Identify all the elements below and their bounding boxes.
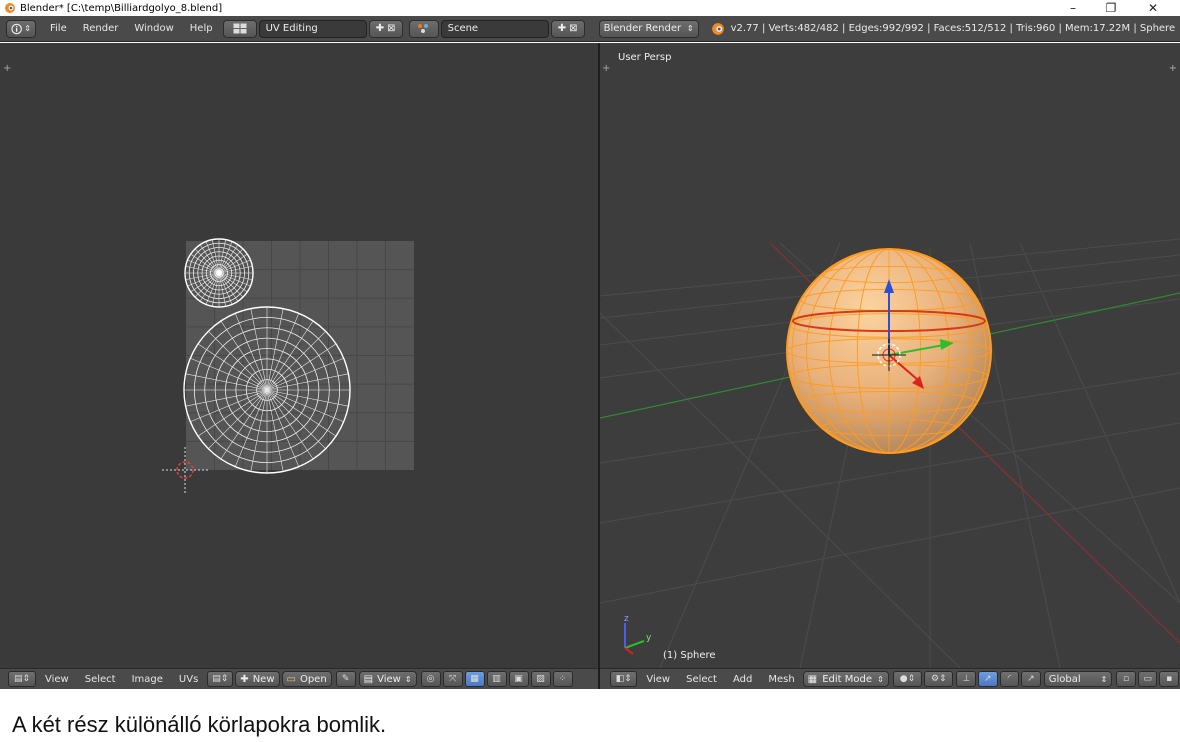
updown-icon: ⇕ bbox=[877, 674, 884, 684]
menu-window[interactable]: Window bbox=[126, 20, 181, 38]
pin-icon[interactable]: ✎ bbox=[335, 671, 356, 687]
open-image-button[interactable]: ▭ Open bbox=[281, 671, 332, 687]
info-icon bbox=[11, 23, 22, 34]
uv-menu-uvs[interactable]: UVs bbox=[171, 670, 206, 688]
scene-add-remove-button[interactable]: ✚ ⊠ bbox=[550, 19, 585, 38]
open-image-label: Open bbox=[299, 673, 327, 685]
window-title: Blender* [C:\temp\Billiardgolyo_8.blend] bbox=[20, 2, 223, 14]
x-icon: ⊠ bbox=[387, 23, 396, 34]
screen-layout-field[interactable]: UV Editing bbox=[258, 19, 367, 38]
transform-orientation-label: Global bbox=[1048, 673, 1081, 685]
face-mode-icon[interactable]: ▪ bbox=[1159, 671, 1179, 687]
uv-menu-view[interactable]: View bbox=[37, 670, 77, 688]
sticky-mode-icon[interactable]: ⁘ bbox=[552, 671, 573, 687]
island-select-icon[interactable]: ▨ bbox=[530, 671, 551, 687]
folder-icon: ▭ bbox=[286, 673, 296, 685]
screen-layout-browse-button[interactable] bbox=[222, 19, 257, 38]
edge-mode-icon[interactable]: ▭ bbox=[1137, 671, 1158, 687]
render-engine-select[interactable]: Blender Render ⇕ bbox=[598, 19, 699, 38]
view3d-menu-add[interactable]: Add bbox=[725, 670, 760, 688]
restore-button[interactable]: ❐ bbox=[1096, 0, 1126, 16]
editor-type-info-button[interactable]: ⇕ bbox=[6, 19, 36, 38]
manipulator-toggle-icon[interactable]: ⊥ bbox=[956, 671, 977, 687]
axis-label-y: y bbox=[646, 633, 652, 643]
vertex-select-icon[interactable]: ▦ bbox=[464, 671, 485, 687]
view-axes-gizmo bbox=[624, 623, 645, 655]
new-image-button[interactable]: ✚ New bbox=[235, 671, 280, 687]
uv-canvas[interactable] bbox=[0, 43, 598, 668]
menu-file[interactable]: File bbox=[42, 20, 75, 38]
face-select-icon[interactable]: ▣ bbox=[508, 671, 529, 687]
axis-label-z: z bbox=[624, 614, 629, 624]
corner-plus-icon: + bbox=[1168, 63, 1177, 74]
interaction-mode-label: Edit Mode bbox=[822, 673, 872, 685]
uv-island-large bbox=[183, 306, 351, 474]
corner-plus-icon: + bbox=[602, 63, 611, 74]
uv-image-editor[interactable]: + bbox=[0, 43, 598, 668]
close-button[interactable]: ✕ bbox=[1138, 0, 1168, 16]
interaction-mode-select[interactable]: ▦ Edit Mode ⇕ bbox=[802, 671, 889, 687]
uv-menu-select[interactable]: Select bbox=[77, 670, 124, 688]
translate-manipulator-icon[interactable]: ↗ bbox=[978, 671, 998, 687]
scene-field[interactable]: Scene bbox=[440, 19, 549, 38]
active-object-label: (1) Sphere bbox=[663, 650, 716, 661]
layout-grid-icon bbox=[233, 23, 247, 34]
caption-text: A két rész különálló körlapokra bomlik. bbox=[12, 712, 387, 737]
blender-logo-icon bbox=[5, 3, 15, 13]
view3d-menu-view[interactable]: View bbox=[638, 670, 678, 688]
new-image-label: New bbox=[252, 673, 275, 685]
blender-logo-icon bbox=[711, 22, 724, 35]
view3d-menu-mesh[interactable]: Mesh bbox=[760, 670, 802, 688]
image-icon: ▤ bbox=[363, 673, 374, 685]
pivot-point-select[interactable]: ⚙⇕ bbox=[924, 671, 954, 687]
sync-selection-icon[interactable]: ⤧ bbox=[442, 671, 463, 687]
uv-view-mode-select[interactable]: ▤ View ⇕ bbox=[358, 671, 417, 687]
uv-island-small bbox=[184, 238, 254, 308]
viewport-shading-select[interactable]: ●⇕ bbox=[892, 671, 923, 687]
scene-icon bbox=[417, 24, 428, 33]
scene-browse-button[interactable] bbox=[408, 19, 439, 38]
editor-type-image-button[interactable]: ▤⇕ bbox=[8, 671, 36, 687]
view-perspective-label: User Persp bbox=[618, 52, 672, 63]
render-engine-label: Blender Render bbox=[603, 23, 682, 34]
vertex-mode-icon[interactable]: ▫ bbox=[1116, 671, 1136, 687]
window-titlebar: Blender* [C:\temp\Billiardgolyo_8.blend]… bbox=[0, 0, 1180, 16]
scene-stats: v2.77 | Verts:482/482 | Edges:992/992 | … bbox=[730, 23, 1176, 34]
view3d-menu-select[interactable]: Select bbox=[678, 670, 725, 688]
scale-manipulator-icon[interactable]: ↗ bbox=[1021, 671, 1041, 687]
image-browse-button[interactable]: ▤⇕ bbox=[207, 671, 234, 687]
pivot-icon[interactable]: ◎ bbox=[420, 671, 441, 687]
updown-icon: ⇕ bbox=[1100, 674, 1108, 684]
plus-icon: ✚ bbox=[375, 23, 385, 34]
menu-help[interactable]: Help bbox=[182, 20, 221, 38]
uv-view-mode-label: View bbox=[377, 673, 401, 685]
minimize-button[interactable]: – bbox=[1058, 0, 1088, 16]
menu-render[interactable]: Render bbox=[75, 20, 127, 38]
transform-orientation-select[interactable]: Global ⇕ bbox=[1043, 671, 1113, 687]
plus-icon: ✚ bbox=[240, 673, 249, 685]
layout-add-remove-button[interactable]: ✚ ⊠ bbox=[368, 19, 403, 38]
uv-menu-image[interactable]: Image bbox=[124, 670, 171, 688]
updown-icon: ⇕ bbox=[24, 24, 31, 33]
3d-view-header: ◧⇕ View Select Add Mesh ▦ Edit Mode ⇕ ●⇕ ⚙… bbox=[600, 668, 1180, 689]
updown-icon: ⇕ bbox=[686, 24, 694, 33]
editor-type-3d-button[interactable]: ◧⇕ bbox=[610, 671, 638, 687]
info-header: ⇕ File Render Window Help UV Editing ✚ ⊠ … bbox=[0, 16, 1180, 42]
viewport-canvas[interactable]: z y bbox=[600, 43, 1180, 668]
3d-viewport[interactable]: z y User Persp (1) Sphere + + bbox=[600, 43, 1180, 668]
uv-editor-header: ▤⇕ View Select Image UVs ▤⇕ ✚ New ▭ Open ✎… bbox=[0, 668, 598, 689]
updown-icon: ⇕ bbox=[404, 674, 412, 684]
plus-icon: ✚ bbox=[557, 23, 567, 34]
x-icon: ⊠ bbox=[569, 23, 578, 34]
edge-select-icon[interactable]: ▥ bbox=[486, 671, 507, 687]
edit-mode-icon: ▦ bbox=[807, 673, 818, 685]
rotate-manipulator-icon[interactable]: ◜ bbox=[999, 671, 1020, 687]
